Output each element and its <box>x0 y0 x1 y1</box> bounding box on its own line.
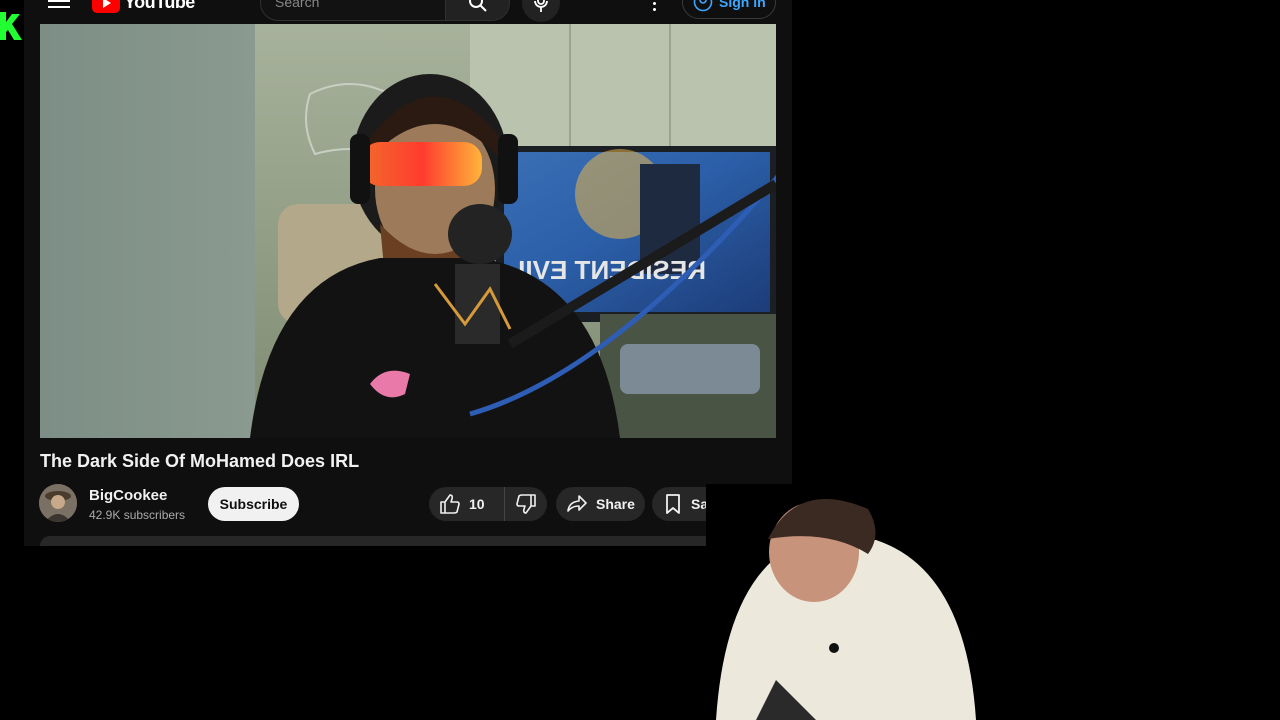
share-button[interactable]: Share <box>556 487 645 521</box>
webcam-feed <box>706 484 986 720</box>
account-icon <box>693 0 713 12</box>
video-frame: RESIDENT EVIL <box>40 24 776 438</box>
dislike-button[interactable] <box>505 487 547 521</box>
voice-search-button[interactable] <box>522 0 560 22</box>
search-button[interactable] <box>446 0 510 21</box>
mic-icon <box>534 0 548 12</box>
share-label: Share <box>596 496 635 512</box>
subscriber-count: 42.9K subscribers <box>89 508 186 522</box>
sign-in-button[interactable]: Sign in <box>682 0 776 19</box>
youtube-window: YouTube Search Sign in RESIDENT EVIL The… <box>24 0 792 546</box>
channel-name[interactable]: BigCookee <box>89 487 167 504</box>
sign-in-label: Sign in <box>719 0 766 10</box>
corner-logo-mark <box>0 12 22 40</box>
webcam-overlay <box>706 484 986 720</box>
like-icon <box>440 494 460 514</box>
youtube-logo[interactable]: YouTube <box>92 0 195 13</box>
avatar-image <box>39 484 77 522</box>
youtube-logo-icon <box>92 0 120 13</box>
description-box[interactable] <box>40 536 776 546</box>
share-icon <box>567 495 587 512</box>
subscribe-button[interactable]: Subscribe <box>208 487 299 521</box>
like-button[interactable]: 10 <box>429 487 505 521</box>
avatar[interactable] <box>39 484 77 522</box>
video-title: The Dark Side Of MoHamed Does IRL <box>40 451 360 471</box>
video-player[interactable]: RESIDENT EVIL <box>40 24 776 438</box>
dislike-icon <box>516 494 536 514</box>
masthead: YouTube Search Sign in <box>24 0 792 24</box>
youtube-logo-text: YouTube <box>124 0 195 12</box>
menu-icon[interactable] <box>48 0 70 12</box>
search-icon <box>469 0 487 12</box>
like-dislike-group: 10 <box>429 487 547 521</box>
search-input[interactable]: Search <box>260 0 446 21</box>
more-vert-icon[interactable] <box>650 0 658 16</box>
like-count: 10 <box>469 496 485 512</box>
save-icon <box>666 494 680 514</box>
